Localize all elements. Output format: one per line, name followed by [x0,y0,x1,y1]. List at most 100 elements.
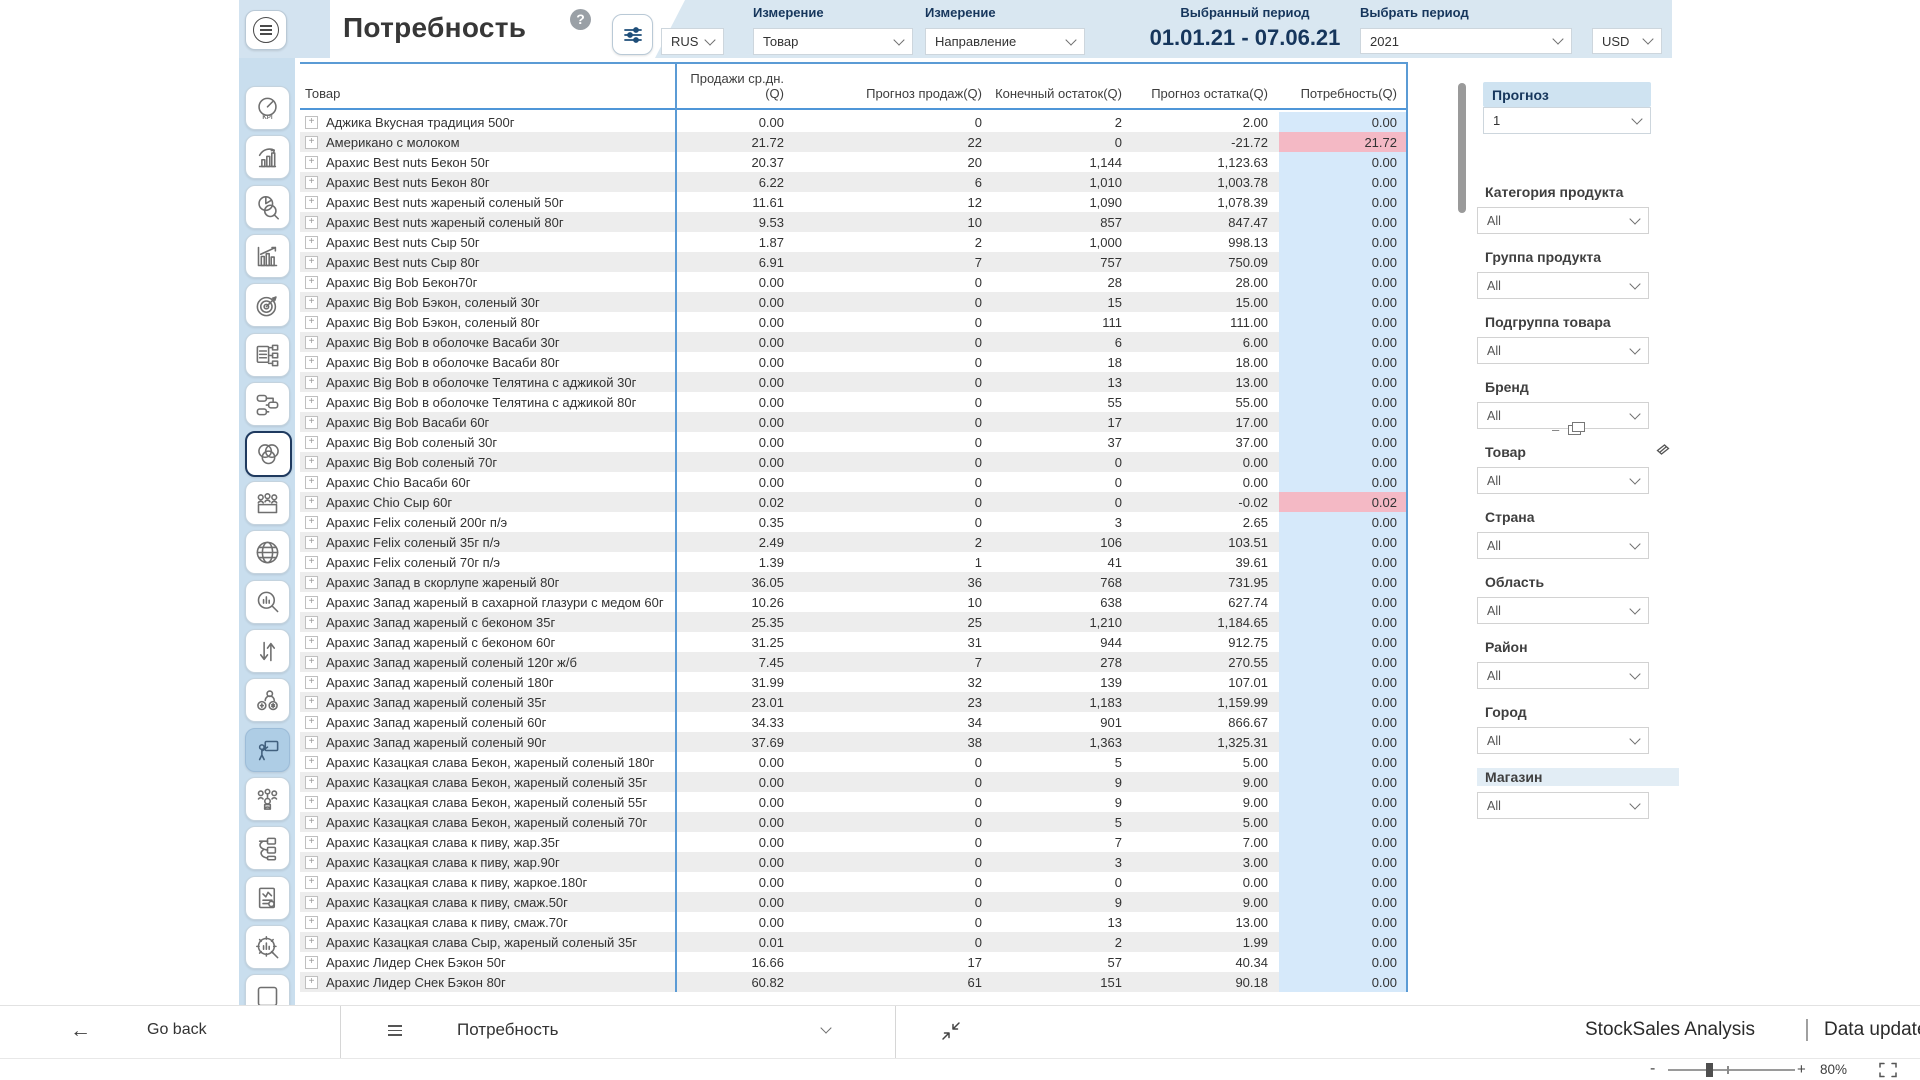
zoom-slider-track[interactable] [1668,1069,1795,1071]
filter-dropdown-9[interactable]: All [1477,792,1649,819]
product-name-cell[interactable]: +Арахис Big Bob Бекон70г [300,275,676,290]
filter-hover-controls[interactable]: – [1552,422,1581,437]
zoom-out-button[interactable]: - [1650,1060,1655,1078]
product-name-cell[interactable]: +Арахис Big Bob Бэкон, соленый 80г [300,315,676,330]
expand-icon[interactable]: + [305,116,318,129]
currency-dropdown[interactable]: USD [1592,28,1662,54]
product-name-cell[interactable]: +Арахис Запад жареный соленый 180г [300,675,676,690]
sidebar-icon-person-finance[interactable] [245,678,290,722]
eraser-icon[interactable] [1656,443,1671,462]
product-name-cell[interactable]: +Арахис Запад жареный соленый 35г [300,695,676,710]
expand-icon[interactable]: + [305,876,318,889]
expand-icon[interactable]: + [305,296,318,309]
product-name-cell[interactable]: +Арахис Felix соленый 35г п/э [300,535,676,550]
sidebar-icon-kpi[interactable]: KPI [245,86,290,130]
settings-sliders-button[interactable] [612,14,653,55]
product-name-cell[interactable]: +Арахис Казацкая слава Бекон, жареный со… [300,755,676,770]
expand-icon[interactable]: + [305,516,318,529]
sidebar-icon-team-desk[interactable] [245,481,290,525]
expand-icon[interactable]: + [305,636,318,649]
data-updated-text[interactable]: Data updated 1/7... [1824,1019,1920,1041]
filter-dropdown-2[interactable]: All [1477,337,1649,364]
product-name-cell[interactable]: +Арахис Best nuts Бекон 80г [300,175,676,190]
fit-to-screen-button[interactable] [1878,1062,1898,1080]
expand-icon[interactable]: + [305,756,318,769]
expand-icon[interactable]: + [305,616,318,629]
sidebar-icon-task-flow[interactable] [245,826,290,870]
filter-dropdown-1[interactable]: All [1477,272,1649,299]
expand-icon[interactable]: + [305,316,318,329]
column-header-2[interactable]: Прогноз продаж(Q) [795,86,993,101]
popout-icon[interactable] [1568,425,1581,435]
filter-dropdown-7[interactable]: All [1477,662,1649,689]
expand-icon[interactable]: + [305,936,318,949]
product-name-cell[interactable]: +Арахис Запад жареный соленый 60г [300,715,676,730]
expand-icon[interactable]: + [305,196,318,209]
sidebar-icon-venn[interactable] [245,431,292,477]
expand-icon[interactable]: + [305,176,318,189]
expand-icon[interactable]: + [305,276,318,289]
product-name-cell[interactable]: +Арахис Big Bob в оболочке Телятина с ад… [300,375,676,390]
product-name-cell[interactable]: +Арахис Лидер Снек Бэкон 50г [300,955,676,970]
product-name-cell[interactable]: +Арахис Best nuts Бекон 50г [300,155,676,170]
sidebar-icon-process-flow[interactable] [245,382,290,426]
product-name-cell[interactable]: +Арахис Казацкая слава к пиву, жар.35г [300,835,676,850]
sidebar-icon-arrows-updown[interactable] [245,629,290,673]
sidebar-icon-report-doc[interactable] [245,876,290,920]
sidebar-icon-bar-trend[interactable] [245,234,290,278]
page-chevron-icon[interactable] [820,1022,831,1033]
zoom-slider-thumb[interactable] [1706,1063,1713,1077]
product-name-cell[interactable]: +Арахис Best nuts жареный соленый 50г [300,195,676,210]
product-name-cell[interactable]: +Американо с молоком [300,135,676,150]
expand-icon[interactable]: + [305,256,318,269]
expand-icon[interactable]: + [305,576,318,589]
product-name-cell[interactable]: +Аджика Вкусная традиция 500г [300,115,676,130]
expand-icon[interactable]: + [305,436,318,449]
filter-dropdown-8[interactable]: All [1477,727,1649,754]
expand-icon[interactable]: + [305,156,318,169]
expand-icon[interactable]: + [305,336,318,349]
expand-icon[interactable]: + [305,976,318,989]
expand-icon[interactable]: + [305,696,318,709]
expand-icon[interactable]: + [305,396,318,409]
expand-icon[interactable]: + [305,896,318,909]
expand-icon[interactable]: + [305,136,318,149]
product-name-cell[interactable]: +Арахис Запад жареный соленый 90г [300,735,676,750]
expand-icon[interactable]: + [305,496,318,509]
product-name-cell[interactable]: +Арахис Казацкая слава к пиву, смаж.50г [300,895,676,910]
expand-icon[interactable]: + [305,536,318,549]
column-header-5[interactable]: Потребность(Q) [1279,86,1408,101]
sidebar-icon-checklist[interactable] [245,333,290,377]
product-name-cell[interactable]: +Арахис Big Bob в оболочке Васаби 80г [300,355,676,370]
go-back-button[interactable]: Go back [147,1021,207,1039]
product-name-cell[interactable]: +Арахис Felix соленый 70г п/э [300,555,676,570]
product-name-cell[interactable]: +Арахис Казацкая слава к пиву, жар.90г [300,855,676,870]
current-page-name[interactable]: Потребность [457,1020,559,1040]
product-name-cell[interactable]: +Арахис Big Bob соленый 70г [300,455,676,470]
product-name-cell[interactable]: +Арахис Big Bob Васаби 60г [300,415,676,430]
expand-icon[interactable]: + [305,656,318,669]
product-name-cell[interactable]: +Арахис Казацкая слава Бекон, жареный со… [300,775,676,790]
product-name-cell[interactable]: +Арахис Запад жареный с беконом 35г [300,615,676,630]
product-name-cell[interactable]: +Арахис Big Bob в оболочке Телятина с ад… [300,395,676,410]
product-name-cell[interactable]: +Арахис Казацкая слава Бекон, жареный со… [300,815,676,830]
panel-scrollbar[interactable] [1458,83,1466,213]
zoom-in-button[interactable]: + [1797,1061,1806,1078]
expand-icon[interactable]: + [305,836,318,849]
sidebar-icon-chart-magnifier[interactable] [245,580,290,624]
filter-dropdown-6[interactable]: All [1477,597,1649,624]
product-name-cell[interactable]: +Арахис Felix соленый 200г п/э [300,515,676,530]
product-name-cell[interactable]: +Арахис Big Bob в оболочке Васаби 30г [300,335,676,350]
expand-icon[interactable]: + [305,916,318,929]
product-name-cell[interactable]: +Арахис Big Bob Бэкон, соленый 30г [300,295,676,310]
menu-button[interactable] [245,10,287,50]
forecast-dropdown[interactable]: 1 [1483,107,1651,134]
back-arrow-icon[interactable]: ← [70,1019,91,1043]
product-name-cell[interactable]: +Арахис Запад в скорлупе жареный 80г [300,575,676,590]
expand-icon[interactable]: + [305,856,318,869]
product-name-cell[interactable]: +Арахис Chio Васаби 60г [300,475,676,490]
expand-icon[interactable]: + [305,816,318,829]
sidebar-icon-gear-analysis[interactable] [245,925,290,969]
expand-icon[interactable]: + [305,956,318,969]
expand-icon[interactable]: + [305,796,318,809]
